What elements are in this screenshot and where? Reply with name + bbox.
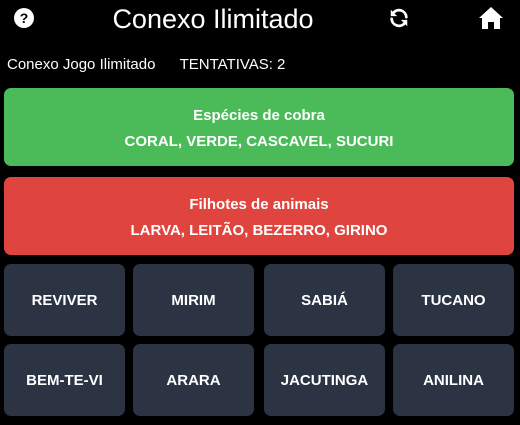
word-tile[interactable]: JACUTINGA	[264, 344, 385, 416]
word-tile[interactable]: BEM-TE-VI	[4, 344, 125, 416]
page-title: Conexo Ilimitado	[112, 4, 314, 34]
solved-group-snakes: Espécies de cobra CORAL, VERDE, CASCAVEL…	[4, 88, 514, 166]
word-tile[interactable]: TUCANO	[393, 264, 514, 336]
header: ? Conexo Ilimitado	[0, 0, 520, 40]
word-tile[interactable]: REVIVER	[4, 264, 125, 336]
word-tile[interactable]: ARARA	[133, 344, 254, 416]
solved-group-animal-babies: Filhotes de animais LARVA, LEITÃO, BEZER…	[4, 177, 514, 255]
group-title: Filhotes de animais	[189, 196, 329, 213]
attempts-count: 2	[276, 56, 286, 73]
home-icon[interactable]	[478, 6, 504, 30]
attempts-label: TENTATIVAS:	[179, 56, 273, 73]
group-title: Espécies de cobra	[193, 107, 325, 124]
game-mode-label: Conexo Jogo Ilimitado	[7, 56, 156, 73]
group-words: CORAL, VERDE, CASCAVEL, SUCURI	[124, 133, 394, 150]
group-words: LARVA, LEITÃO, BEZERRO, GIRINO	[130, 222, 388, 239]
status-bar: Conexo Jogo Ilimitado TENTATIVAS: 2	[7, 56, 285, 74]
refresh-icon[interactable]	[388, 7, 410, 29]
word-tile[interactable]: MIRIM	[133, 264, 254, 336]
word-tile[interactable]: SABIÁ	[264, 264, 385, 336]
word-tile[interactable]: ANILINA	[393, 344, 514, 416]
